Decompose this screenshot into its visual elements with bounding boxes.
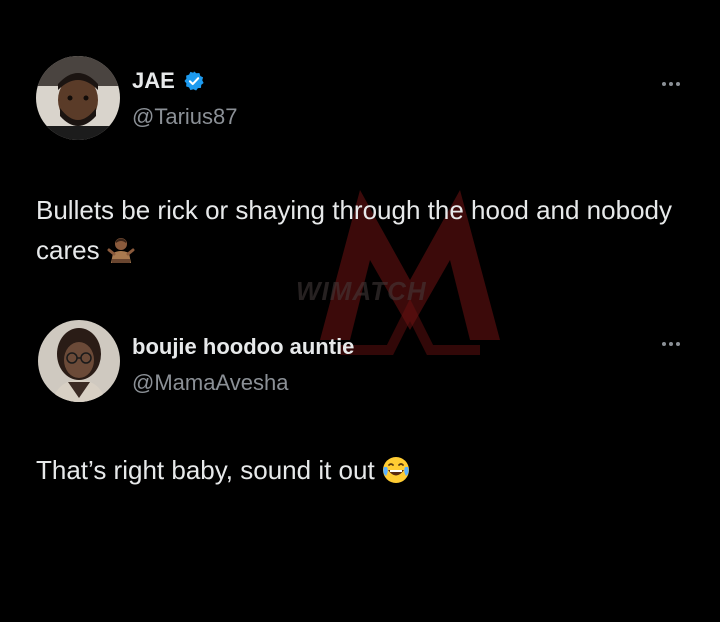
face-with-tears-of-joy-emoji-icon [382,457,409,483]
tweet-text: That’s right baby, sound it out [36,450,676,490]
dot [662,342,666,346]
more-options-button[interactable] [656,74,686,94]
dot [669,342,673,346]
avatar[interactable] [38,320,120,402]
avatar[interactable] [36,56,120,140]
name-line: JAE [132,68,205,94]
dot [669,82,673,86]
tweet-text: Bullets be rick or shaying through the h… [36,190,676,270]
name-line: boujie hoodoo auntie [132,334,354,360]
dot [662,82,666,86]
display-name[interactable]: JAE [132,68,175,94]
dot [676,342,680,346]
display-name[interactable]: boujie hoodoo auntie [132,334,354,360]
more-options-button[interactable] [656,334,686,354]
tweet-body: That’s right baby, sound it out [36,455,375,485]
handle[interactable]: @MamaAvesha [132,370,288,396]
verified-badge-icon [184,71,204,91]
handle[interactable]: @Tarius87 [132,104,238,130]
watermark-text: WIMATCH [296,276,427,306]
person-shrugging-emoji-icon [107,238,135,263]
dot [676,82,680,86]
